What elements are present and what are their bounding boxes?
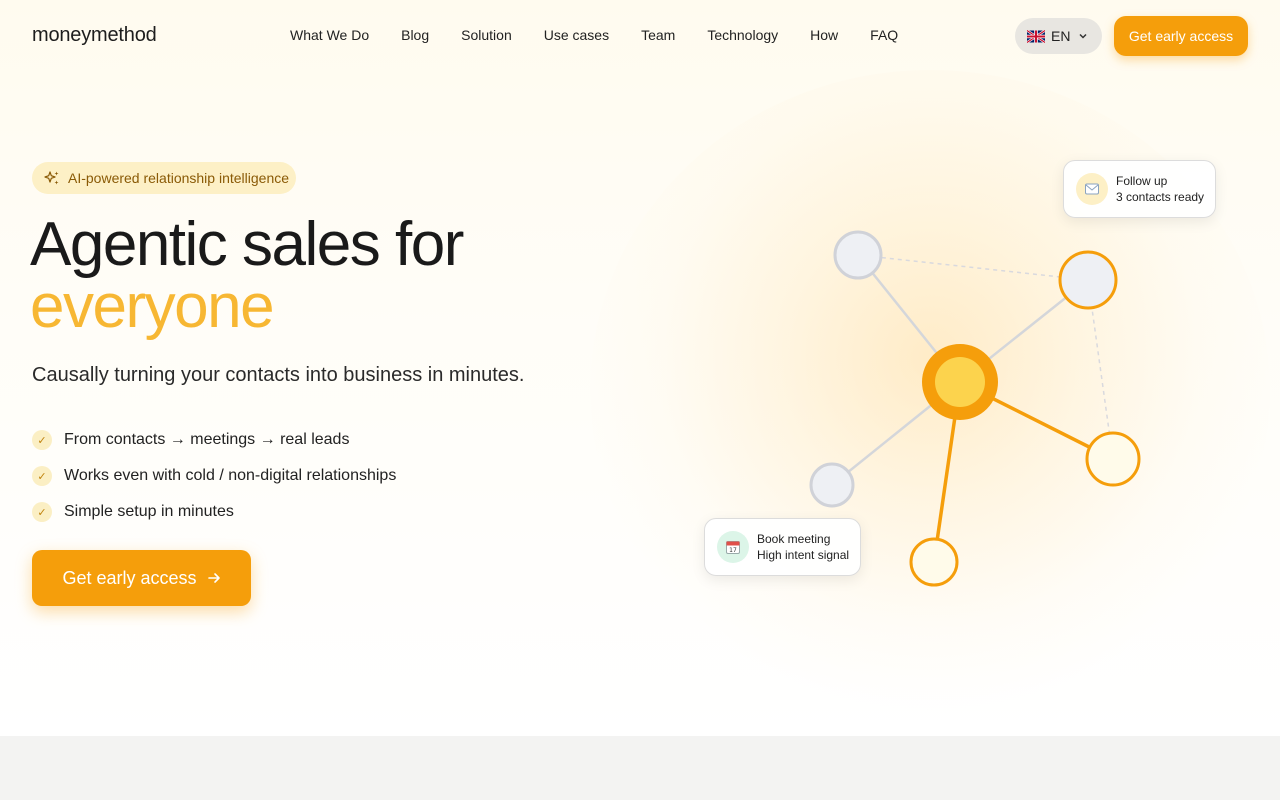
- check-icon: ✓: [32, 502, 52, 522]
- uk-flag-icon: [1027, 29, 1045, 43]
- ai-badge-label: AI-powered relationship intelligence: [68, 170, 290, 186]
- graph-node-light: [1085, 431, 1141, 487]
- graph-node-center-inner: [935, 357, 985, 407]
- chevron-down-icon: [1079, 33, 1087, 39]
- book-meeting-title: Book meeting: [757, 532, 831, 546]
- language-value: EN: [1051, 28, 1071, 44]
- hero-title-line1: Agentic sales for: [30, 210, 464, 279]
- nav-link-how[interactable]: How: [810, 27, 838, 43]
- top-navigation: moneymethod What We Do Blog Solution Use…: [0, 0, 1280, 72]
- follow-up-card: Follow up 3 contacts ready: [1063, 160, 1216, 218]
- graph-node-gray: [809, 462, 855, 508]
- hero-section: Follow up 3 contacts ready 17 Book meeti…: [0, 0, 1280, 736]
- feature-text: From contacts → meetings → real leads: [64, 431, 350, 448]
- ai-badge: AI-powered relationship intelligence: [32, 162, 296, 194]
- book-meeting-subtitle: High intent signal: [757, 548, 850, 562]
- hero-cta-label: Get early access: [62, 567, 197, 588]
- language-selector[interactable]: EN: [1015, 18, 1102, 54]
- list-item: ✓ From contacts → meetings → real leads: [32, 422, 396, 458]
- check-icon: ✓: [32, 430, 52, 450]
- next-section: [0, 736, 1280, 800]
- nav-link-faq[interactable]: FAQ: [870, 27, 898, 43]
- follow-up-subtitle: 3 contacts ready: [1116, 190, 1205, 204]
- svg-text:17: 17: [729, 547, 737, 554]
- nav-link-team[interactable]: Team: [641, 27, 675, 43]
- list-item: ✓ Works even with cold / non-digital rel…: [32, 458, 396, 494]
- nav-link-use-cases[interactable]: Use cases: [544, 27, 609, 43]
- email-icon: [1076, 173, 1108, 205]
- hero-subtitle: Causally turning your contacts into busi…: [32, 364, 525, 386]
- nav-get-early-access-button[interactable]: Get early access: [1114, 16, 1248, 56]
- sparkles-icon: [44, 171, 59, 185]
- arrow-right-icon: [207, 573, 220, 583]
- brand-logo[interactable]: moneymethod: [32, 24, 157, 47]
- check-icon: ✓: [32, 466, 52, 486]
- graph-node-light: [909, 537, 959, 587]
- book-meeting-card: 17 Book meeting High intent signal: [704, 518, 861, 576]
- hero-get-early-access-button[interactable]: Get early access: [32, 550, 251, 606]
- calendar-icon: 17: [717, 531, 749, 563]
- feature-list: ✓ From contacts → meetings → real leads …: [32, 422, 396, 530]
- graph-node-gray: [833, 230, 883, 280]
- nav-link-what-we-do[interactable]: What We Do: [290, 27, 369, 43]
- feature-text: Simple setup in minutes: [64, 503, 234, 520]
- nav-link-technology[interactable]: Technology: [707, 27, 778, 43]
- hero-title-line2: everyone: [30, 272, 275, 341]
- nav-links: What We Do Blog Solution Use cases Team …: [290, 27, 898, 43]
- list-item: ✓ Simple setup in minutes: [32, 494, 396, 530]
- feature-text: Works even with cold / non-digital relat…: [64, 467, 397, 484]
- graph-node-gray: [1058, 250, 1118, 310]
- graph-edge-dashed: [857, 254, 1089, 281]
- nav-link-blog[interactable]: Blog: [401, 27, 429, 43]
- nav-link-solution[interactable]: Solution: [461, 27, 512, 43]
- follow-up-title: Follow up: [1116, 174, 1168, 188]
